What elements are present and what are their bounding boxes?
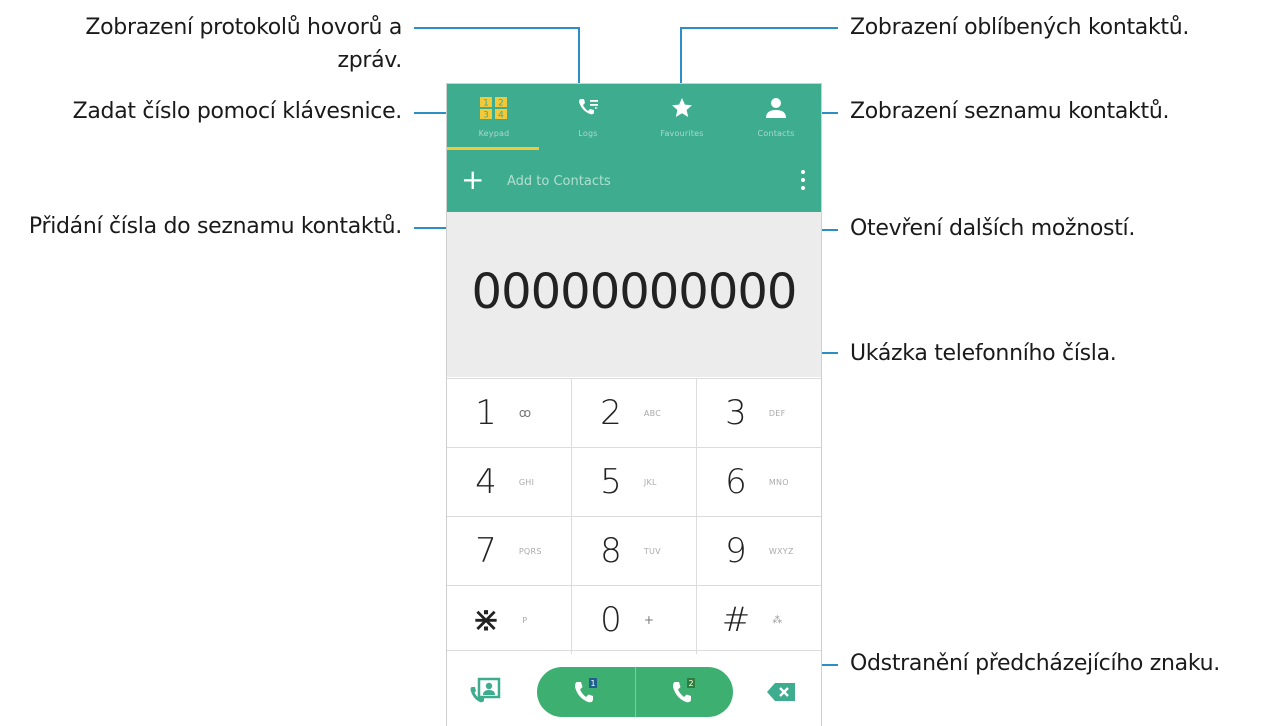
dial-keypad: 1 ꝏ 2 ABC 3 DEF 4 GHI 5 JKL 6 MNO 7 PQRS… [447,378,821,654]
sim2-label: 2 [689,679,694,688]
add-to-contacts-label[interactable]: Add to Contacts [507,174,611,189]
key-digit: 5 [600,462,622,502]
voicemail-icon: ꝏ [518,406,532,420]
key-5[interactable]: 5 JKL [571,448,696,516]
key-digit: ⋇ [471,600,501,640]
phone-number: 00000000000 [471,264,798,320]
key-digit: 8 [600,531,622,571]
keypad-row: 4 GHI 5 JKL 6 MNO [447,447,821,516]
callout-add-contact: Přidání čísla do seznamu kontaktů. [28,214,402,239]
call-sim2-button[interactable]: 2 [634,667,734,717]
phone-screen: 1 2 3 4 Keypad Logs Favourites Contacts … [446,83,822,726]
key-digit: 0 [600,600,622,640]
callout-favorites: Zobrazení oblíbených kontaktů. [850,15,1190,40]
key-letters: MNO [768,477,789,487]
key-6[interactable]: 6 MNO [696,448,821,516]
key-4[interactable]: 4 GHI [447,448,571,516]
svg-text:1: 1 [483,99,489,109]
leader-line-favorites [680,27,838,29]
key-letters: JKL [643,477,657,487]
key-letters: GHI [518,477,535,487]
keypad-row: ⋇ P 0 + # ⁂ [447,585,821,654]
key-digit: 9 [725,531,747,571]
tab-contacts-label: Contacts [757,129,795,138]
callout-keypad: Zadat číslo pomocí klávesnice. [72,99,403,124]
callout-logs-line1: Zobrazení protokolů hovorů a [85,15,402,40]
key-digit: 1 [475,393,497,433]
key-letters: PQRS [518,546,542,556]
tab-logs[interactable]: Logs [541,84,635,150]
video-call-contact-icon[interactable] [469,677,503,711]
backspace-icon[interactable] [767,683,795,705]
tab-favourites[interactable]: Favourites [635,84,729,150]
callout-delete: Odstranění předcházejícího znaku. [850,651,1220,676]
person-icon [764,96,788,120]
key-digit: 7 [475,531,497,571]
key-digit: 6 [725,462,747,502]
sim1-label: 1 [590,679,595,688]
svg-text:3: 3 [483,111,489,121]
key-8[interactable]: 8 TUV [571,517,696,585]
key-digit: # [721,600,751,640]
action-bar: + Add to Contacts [447,150,821,212]
call-button-group: 1 2 [537,667,733,717]
tab-keypad-label: Keypad [478,129,510,138]
tab-bar: 1 2 3 4 Keypad Logs Favourites Contacts [447,84,821,150]
number-display: 00000000000 [447,212,821,377]
key-9[interactable]: 9 WXYZ [696,517,821,585]
keypad-row: 1 ꝏ 2 ABC 3 DEF [447,378,821,447]
tab-favourites-label: Favourites [660,129,704,138]
callout-more-options: Otevření dalších možností. [850,216,1136,241]
key-star[interactable]: ⋇ P [447,586,571,654]
keypad-row: 7 PQRS 8 TUV 9 WXYZ [447,516,821,585]
tab-keypad[interactable]: 1 2 3 4 Keypad [447,84,541,150]
key-letters: + [643,613,655,627]
svg-text:2: 2 [498,99,504,109]
key-letters: ⁂ [772,614,783,626]
key-2[interactable]: 2 ABC [571,379,696,447]
phone-sim2-icon: 2 [673,678,696,703]
leader-line-logs [414,27,580,29]
phone-sim1-icon: 1 [574,678,597,703]
callout-logs-line2: zpráv. [337,48,402,73]
call-log-icon [576,96,600,120]
key-digit: 4 [475,462,497,502]
bottom-bar: 1 2 [447,650,821,726]
more-options-icon[interactable] [799,170,807,194]
star-icon [670,96,694,120]
key-digit: 2 [600,393,622,433]
callout-number-preview: Ukázka telefonního čísla. [850,341,1117,366]
key-3[interactable]: 3 DEF [696,379,821,447]
add-to-contacts-button[interactable]: + [461,166,484,194]
key-0[interactable]: 0 + [571,586,696,654]
key-1[interactable]: 1 ꝏ [447,379,571,447]
keypad-icon: 1 2 3 4 [479,96,509,120]
svg-text:4: 4 [498,111,504,121]
tab-logs-label: Logs [578,129,598,138]
key-letters: TUV [643,546,661,556]
key-letters: ABC [643,408,662,418]
key-7[interactable]: 7 PQRS [447,517,571,585]
call-sim1-button[interactable]: 1 [537,667,635,717]
key-hash[interactable]: # ⁂ [696,586,821,654]
key-digit: 3 [725,393,747,433]
key-letters: WXYZ [768,546,794,556]
key-letters: P [522,615,528,625]
tab-contacts[interactable]: Contacts [729,84,821,150]
callout-contacts: Zobrazení seznamu kontaktů. [850,99,1170,124]
key-letters: DEF [768,408,786,418]
